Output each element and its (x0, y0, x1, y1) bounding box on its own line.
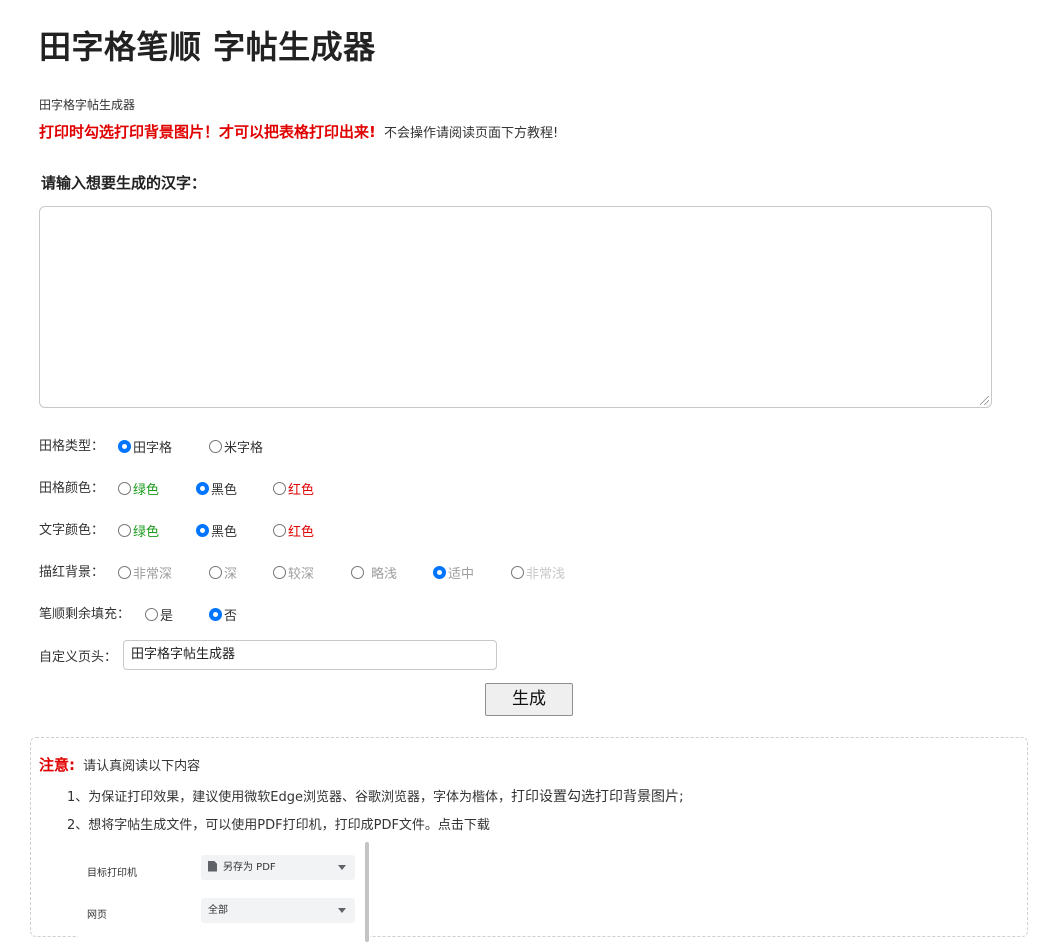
radio-unchecked-icon[interactable] (145, 608, 158, 621)
radio-unchecked-icon[interactable] (511, 566, 524, 579)
notice-box: 注意: 请认真阅读以下内容 1、为保证打印效果，建议使用微软Edge浏览器、谷歌… (30, 737, 1028, 942)
print-warning-hint: 不会操作请阅读页面下方教程! (383, 126, 559, 141)
grid-color-option-black[interactable]: 黑色 (196, 479, 237, 498)
radio-checked-icon[interactable] (433, 566, 446, 579)
radio-unchecked-icon[interactable] (118, 524, 131, 537)
radio-unchecked-icon[interactable] (209, 440, 222, 453)
notice-item-1: 1、为保证打印效果，建议使用微软Edge浏览器、谷歌浏览器，字体为楷体，打印设置… (67, 789, 684, 805)
radio-checked-icon[interactable] (196, 482, 209, 495)
stroke-fill-row: 笔顺剩余填充： 是 否 (39, 602, 299, 625)
notice-intro: 请认真阅读以下内容 (83, 759, 201, 774)
dropdown-caret-icon (338, 865, 346, 870)
grid-color-row: 田格颜色： 绿色 黑色 红色 (39, 476, 359, 499)
radio-checked-icon[interactable] (118, 440, 131, 453)
print-warning-strong: 打印时勾选打印背景图片！才可以把表格打印出来! (39, 123, 376, 141)
notice-title-line: 注意: 请认真阅读以下内容 (39, 754, 200, 775)
custom-header-input[interactable]: 田字格字帖生成器 (123, 640, 497, 670)
radio-unchecked-icon[interactable] (351, 566, 364, 579)
trace-bg-option-lighter[interactable]: 略浅 (351, 563, 397, 582)
stroke-fill-option-yes[interactable]: 是 (145, 605, 173, 624)
radio-unchecked-icon[interactable] (273, 566, 286, 579)
stroke-fill-option-no[interactable]: 否 (209, 605, 237, 624)
printer-select: 另存为 PDF (201, 855, 355, 880)
print-warning: 打印时勾选打印背景图片！才可以把表格打印出来! 不会操作请阅读页面下方教程! (39, 121, 558, 142)
radio-unchecked-icon[interactable] (273, 482, 286, 495)
grid-type-option-mizi[interactable]: 米字格 (209, 437, 263, 456)
trace-bg-option-dark[interactable]: 深 (209, 563, 237, 582)
notice-title: 注意: (39, 756, 75, 774)
text-color-option-black[interactable]: 黑色 (196, 521, 237, 540)
dropdown-caret-icon (338, 908, 346, 913)
resize-grip-icon[interactable] (980, 396, 989, 405)
print-settings-screenshot: 目标打印机 另存为 PDF 网页 全部 (78, 842, 370, 942)
text-color-option-green[interactable]: 绿色 (118, 521, 159, 540)
page-subtitle: 田字格字帖生成器 (39, 98, 136, 112)
chinese-text-input[interactable] (39, 206, 992, 408)
custom-header-row: 自定义页头： (39, 645, 129, 665)
grid-type-row: 田格类型： 田字格 米字格 (39, 434, 339, 457)
grid-color-label: 田格颜色： (39, 480, 105, 496)
trace-bg-option-very-dark[interactable]: 非常深 (118, 563, 172, 582)
radio-unchecked-icon[interactable] (273, 524, 286, 537)
trace-bg-row: 描红背景： 非常深 深 较深 略浅 适中 非常浅 (39, 560, 599, 583)
grid-type-option-tianzi[interactable]: 田字格 (118, 437, 172, 456)
radio-unchecked-icon[interactable] (209, 566, 222, 579)
custom-header-label: 自定义页头： (39, 649, 118, 665)
text-color-option-red[interactable]: 红色 (273, 521, 314, 540)
stroke-fill-label: 笔顺剩余填充： (39, 606, 131, 622)
generate-button[interactable]: 生成 (485, 683, 573, 716)
trace-bg-option-darker[interactable]: 较深 (273, 563, 314, 582)
radio-unchecked-icon[interactable] (118, 566, 131, 579)
radio-checked-icon[interactable] (196, 524, 209, 537)
pages-select: 全部 (201, 898, 355, 923)
input-heading: 请输入想要生成的汉字： (41, 174, 207, 192)
page-title: 田字格笔顺 字帖生成器 (39, 28, 376, 66)
grid-type-label: 田格类型： (39, 438, 105, 454)
preview-scrollbar (365, 842, 369, 942)
notice-item-2: 2、想将字帖生成文件，可以使用PDF打印机，打印成PDF文件。点击下载 (67, 818, 490, 833)
grid-color-option-green[interactable]: 绿色 (118, 479, 159, 498)
trace-bg-option-medium[interactable]: 适中 (433, 563, 474, 582)
text-color-label: 文字颜色： (39, 522, 105, 538)
grid-color-option-red[interactable]: 红色 (273, 479, 314, 498)
text-color-row: 文字颜色： 绿色 黑色 红色 (39, 518, 359, 541)
trace-bg-label: 描红背景： (39, 564, 105, 580)
pages-label: 网页 (87, 910, 107, 921)
trace-bg-option-very-light[interactable]: 非常浅 (511, 563, 565, 582)
document-icon (208, 860, 217, 872)
radio-checked-icon[interactable] (209, 608, 222, 621)
printer-label: 目标打印机 (87, 868, 137, 879)
radio-unchecked-icon[interactable] (118, 482, 131, 495)
